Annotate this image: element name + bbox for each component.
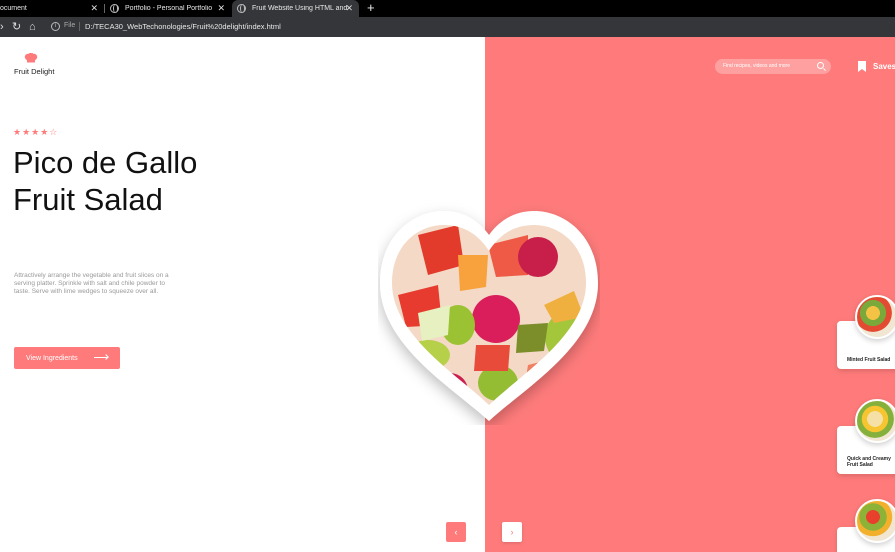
address-scheme: File bbox=[64, 22, 76, 29]
tab-title: ocument bbox=[0, 5, 27, 12]
home-icon[interactable]: ⌂ bbox=[29, 19, 36, 35]
carousel-prev-button[interactable]: ‹ bbox=[446, 522, 466, 542]
reload-icon[interactable]: ↻ bbox=[12, 19, 21, 35]
hero-title: Pico de Gallo Fruit Salad bbox=[13, 145, 198, 217]
globe-icon bbox=[110, 4, 119, 13]
close-icon[interactable]: ✕ bbox=[217, 3, 225, 14]
search-placeholder: Find recipes, videos and more bbox=[723, 63, 790, 69]
address-bar[interactable]: D:/TECA30_WebTechonologies/Fruit%20delig… bbox=[85, 22, 281, 31]
carousel-next-button[interactable]: › bbox=[502, 522, 522, 542]
recipe-thumbnail[interactable] bbox=[855, 399, 895, 443]
recipe-name: Minted Fruit Salad bbox=[847, 357, 891, 363]
close-icon[interactable]: ✕ bbox=[90, 3, 98, 14]
browser-tab-active[interactable]: Fruit Website Using HTML and CS ✕ bbox=[232, 0, 359, 17]
address-divider bbox=[79, 22, 80, 31]
saves-label: Saves bbox=[873, 62, 895, 71]
web-page: Fruit Delight ★★★★☆ Pico de Gallo Fruit … bbox=[0, 37, 895, 552]
brand-name: Fruit Delight bbox=[14, 67, 55, 76]
browser-tab-bar: ocument ✕ Portfolio - Personal Portfolio… bbox=[0, 0, 895, 17]
recipe-thumbnail[interactable] bbox=[855, 295, 895, 339]
hero-description: Attractively arrange the vegetable and f… bbox=[14, 272, 169, 295]
new-tab-button[interactable]: + bbox=[367, 1, 375, 15]
globe-icon bbox=[237, 4, 246, 13]
search-icon[interactable] bbox=[817, 62, 824, 69]
rating-stars: ★★★★☆ bbox=[13, 127, 59, 137]
tab-title: Portfolio - Personal Portfolio bbox=[125, 5, 213, 12]
bookmark-icon bbox=[858, 61, 866, 72]
cta-label: View Ingredients bbox=[26, 354, 78, 362]
fruit-bowl-image bbox=[380, 211, 598, 421]
close-icon[interactable]: ✕ bbox=[345, 3, 353, 14]
saves-link[interactable]: Saves bbox=[858, 61, 895, 72]
tab-title: Fruit Website Using HTML and CS bbox=[252, 5, 348, 12]
view-ingredients-button[interactable]: View Ingredients bbox=[14, 347, 120, 369]
chef-hat-icon bbox=[24, 53, 38, 63]
recipe-thumbnail[interactable] bbox=[855, 499, 895, 543]
browser-toolbar: › ↻ ⌂ i File D:/TECA30_WebTechonologies/… bbox=[0, 17, 895, 37]
arrow-right-icon bbox=[94, 357, 108, 358]
search-input[interactable]: Find recipes, videos and more bbox=[715, 59, 831, 74]
browser-tab[interactable]: ocument ✕ bbox=[0, 0, 104, 17]
browser-tab[interactable]: Portfolio - Personal Portfolio ✕ bbox=[105, 0, 231, 17]
forward-icon[interactable]: › bbox=[0, 19, 4, 35]
recipe-name: Quick and Creamy Fruit Salad bbox=[847, 456, 891, 468]
info-icon[interactable]: i bbox=[51, 22, 60, 31]
